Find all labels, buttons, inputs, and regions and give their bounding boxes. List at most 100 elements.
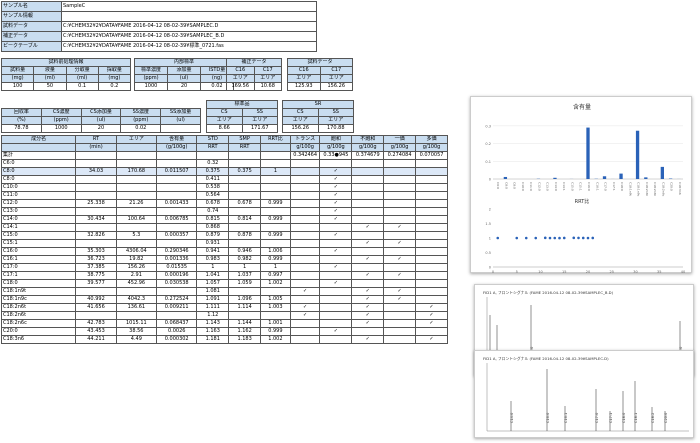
peak-label: C18:1 [634, 413, 638, 423]
peak-label: C18:2 [651, 413, 655, 423]
cell-values: 125.93 [288, 83, 321, 91]
group-title-row: 標準品 [207, 101, 278, 109]
cell-values: 1000 [135, 83, 168, 91]
component-name: C18:3n6 [2, 336, 76, 344]
row-values: 8.66171.67 [207, 125, 278, 133]
row-values: 125.93156.26 [288, 83, 353, 91]
component-name: C20:0 [2, 328, 76, 336]
cell-values: 78.78 [2, 124, 42, 132]
cell-units: エリア [318, 117, 354, 125]
table-row[interactable]: C15:10.931✓✓ [2, 240, 448, 248]
y-tick-label: 0.1 [485, 160, 491, 164]
cell [416, 256, 448, 264]
cell-values: 50 [34, 83, 66, 91]
cell: 1.006 [261, 248, 291, 256]
table-row[interactable]: C18:039.577452.960.0305381.0571.0591.002… [2, 280, 448, 288]
cell [157, 224, 197, 232]
cell [416, 280, 448, 288]
cell: 1.057 [197, 280, 229, 288]
table-row[interactable]: C8:034.03170.680.0115070.3750.3751✓ [2, 168, 448, 176]
cell [157, 208, 197, 216]
cell: 25.338 [76, 200, 116, 208]
table-row[interactable]: C12:025.33821.260.0014330.6780.6780.999✓ [2, 200, 448, 208]
cell [320, 296, 352, 304]
table-row[interactable]: C14:10.868✓✓ [2, 224, 448, 232]
cell-units: エリア [242, 117, 278, 125]
component-name: C16:0 [2, 248, 76, 256]
cell [290, 256, 320, 264]
cell-units: (ppm) [121, 116, 161, 124]
cell [320, 304, 352, 312]
table-row[interactable]: C14:030.434100.640.0067850.8150.8140.999… [2, 216, 448, 224]
cell: ✓ [290, 304, 320, 312]
cell [229, 160, 261, 168]
cell [384, 264, 416, 272]
content-bar-chart: 含有量00.10.20.3C6:0C8:0C8:0C10:0C11:0C12:0… [471, 97, 693, 274]
table-row[interactable]: C8:00.411✓ [2, 176, 448, 184]
rrt-x-tick: 35 [657, 270, 661, 274]
peak-label: C17:1 [609, 413, 613, 423]
table-row[interactable]: C18:2n6t41.656136.610.0092111.1111.1141.… [2, 304, 448, 312]
cell: 0.375 [197, 168, 229, 176]
table-row[interactable]: C11:00.564✓ [2, 192, 448, 200]
cell: ✓ [320, 168, 352, 176]
table-row[interactable]: C18:3n644.2114.490.0003021.1811.1831.002… [2, 336, 448, 344]
cell [416, 224, 448, 232]
cell: ✓ [320, 208, 352, 216]
cell: ✓ [416, 320, 448, 328]
cell-values: 0.02 [121, 124, 161, 132]
x-tick-label: C18:1n9t [628, 182, 632, 197]
cell: 136.61 [116, 304, 156, 312]
cell-headers: 液量 [34, 67, 66, 75]
table-row[interactable]: C17:138.7752.910.0001961.0411.0370.997✓✓ [2, 272, 448, 280]
table-row[interactable]: C20:043.45338.560.00261.1631.1620.999✓ [2, 328, 448, 336]
table-row[interactable]: C13:00.74✓ [2, 208, 448, 216]
column-header: RT [76, 136, 116, 144]
cell: ✓ [352, 320, 384, 328]
cell-units: エリア [254, 75, 282, 83]
chrom-header: FID1 A, フロントシグナル (FAME 2016-04-12 08-02-… [483, 290, 614, 295]
row-headers: CSSS [283, 109, 354, 117]
bar [504, 177, 507, 179]
bar [644, 177, 647, 179]
cell [320, 256, 352, 264]
total-empty [116, 152, 156, 160]
table-row[interactable]: C16:136.72319.820.0013360.9830.9820.999✓… [2, 256, 448, 264]
table-row[interactable]: C18:2n6t1.12✓✓✓ [2, 312, 448, 320]
cell-headers: 回収率 [2, 108, 42, 116]
table-row[interactable]: C17:037.385156.260.01535111✓ [2, 264, 448, 272]
table-row[interactable]: C15:032.8265.30.0003570.8790.8780.999✓ [2, 232, 448, 240]
cell [76, 160, 116, 168]
cell: 1.041 [197, 272, 229, 280]
total-value: 0.342464 [290, 152, 320, 160]
cell: 1.096 [229, 296, 261, 304]
cell: 35.303 [76, 248, 116, 256]
component-name: C10:0 [2, 184, 76, 192]
rrt-x-tick: 15 [562, 270, 566, 274]
correction-data-table: 補正データC16C17エリアエリア169.5610.68 [226, 58, 282, 91]
rrt-x-tick: 5 [516, 270, 518, 274]
cell-headers: 試料量 [2, 67, 34, 75]
cell: 43.453 [76, 328, 116, 336]
total-empty [261, 152, 291, 160]
table-row[interactable]: C6:00.32 [2, 160, 448, 168]
cell [290, 264, 320, 272]
cell: ✓ [384, 224, 416, 232]
cell: ✓ [352, 336, 384, 344]
row-headers: C16C17 [227, 67, 282, 75]
column-header: SMP [229, 136, 261, 144]
table-row[interactable]: C10:00.538✓ [2, 184, 448, 192]
info-value: C:¥CHEM32¥2¥DATA¥FAME 2016-04-12 08-02-3… [62, 22, 317, 32]
table-row[interactable]: C16:035.3034306.040.2903460.9410.9461.00… [2, 248, 448, 256]
cell [352, 168, 384, 176]
cell [384, 216, 416, 224]
table-row[interactable]: C18:1n9t1.081✓✓✓ [2, 288, 448, 296]
cell [76, 176, 116, 184]
table-row[interactable]: C18:1n9c40.9924042.30.2725241.0911.0961.… [2, 296, 448, 304]
cell [261, 208, 291, 216]
total-value: 0.33●945 [320, 152, 352, 160]
row-values: 100500.10.2 [2, 83, 131, 91]
table-row[interactable]: C18:2n6c42.7831015.110.0684371.1431.1441… [2, 320, 448, 328]
cell-units: (ul) [161, 116, 201, 124]
cell-units: エリア [227, 75, 255, 83]
